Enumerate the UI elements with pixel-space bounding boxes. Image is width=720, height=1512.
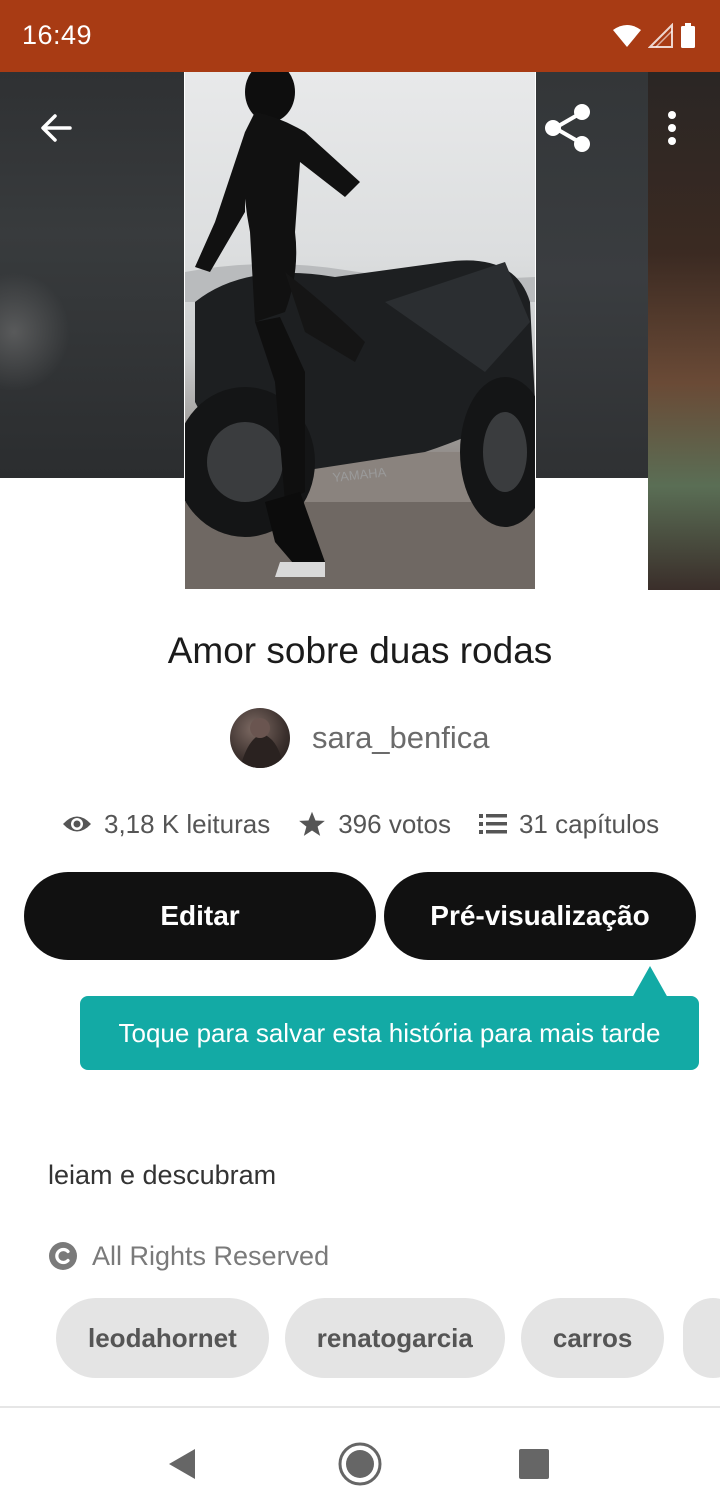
triangle-back-icon [169,1449,195,1479]
circle-home-icon [338,1442,382,1486]
votes-count: 396 votos [338,808,451,839]
battery-icon [681,23,695,48]
tag-chip[interactable]: carros [520,1298,665,1378]
chapters-count: 31 capítulos [518,808,660,839]
story-title: Amor sobre duas rodas [167,630,553,671]
tooltip-arrow [632,966,668,998]
list-icon [478,814,507,834]
story-description: leiam e descubram [48,1160,277,1190]
status-time: 16:49 [22,20,93,50]
share-icon [545,104,590,152]
nav-back-button[interactable] [150,1432,214,1496]
cover-carousel[interactable]: YAMAHA [0,72,720,590]
save-tooltip[interactable]: Toque para salvar esta história para mai… [80,996,699,1070]
copyright-icon [49,1242,77,1270]
tag-chip[interactable]: leodahornet [56,1298,269,1378]
nav-recents-button[interactable] [502,1432,566,1496]
share-button[interactable] [536,96,600,160]
license-text: All Rights Reserved [92,1240,330,1271]
square-recents-icon [519,1449,549,1479]
cover-illustration: YAMAHA [185,72,535,589]
more-options-button[interactable] [640,96,704,160]
tag-chip[interactable]: renatogarcia [284,1298,505,1378]
eye-icon [63,816,91,832]
back-button[interactable] [24,96,88,160]
star-icon [299,811,326,836]
wifi-icon [613,25,641,47]
author-name[interactable]: sara_benfica [312,720,490,756]
cover-image[interactable]: YAMAHA [185,72,535,589]
tag-chip-partial[interactable] [683,1298,720,1378]
status-bar: 16:49 [0,0,720,72]
nav-home-button[interactable] [328,1432,392,1496]
reads-count: 3,18 K leituras [104,808,271,839]
system-nav-bar [0,1408,720,1512]
votes-stat: 396 votos [298,809,451,840]
chapters-stat: 31 capítulos [478,808,660,840]
signal-icon [648,23,673,48]
preview-button[interactable]: Pré-visualização [384,872,696,960]
status-icons [612,22,696,50]
more-vertical-icon [668,111,676,145]
tag-list: leodahornet renatogarcia carros [56,1298,665,1378]
story-stats: 3,18 K leituras 396 votos 31 capítulos [62,802,659,846]
edit-button[interactable]: Editar [24,872,376,960]
reads-stat: 3,18 K leituras [62,809,270,840]
license-row: All Rights Reserved [48,1238,329,1274]
arrow-left-icon [41,114,72,142]
author-avatar[interactable] [230,708,290,768]
author-row[interactable]: sara_benfica [230,708,490,768]
